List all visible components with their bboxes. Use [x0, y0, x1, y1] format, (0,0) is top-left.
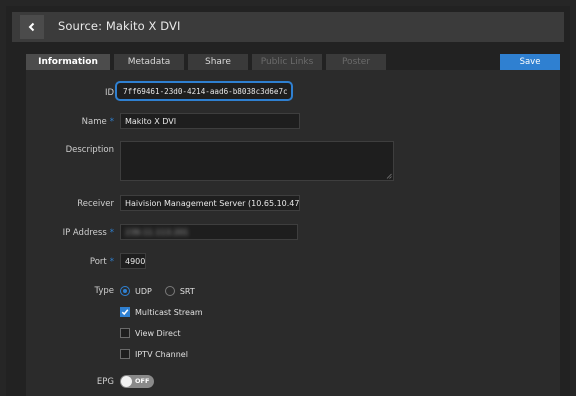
srt-radio[interactable] — [164, 286, 175, 296]
back-button[interactable] — [20, 15, 44, 39]
ip-address-value: 239.11.113.201 — [125, 227, 189, 237]
epg-toggle-state: OFF — [135, 377, 150, 385]
multicast-stream-label: Multicast Stream — [135, 307, 203, 317]
page: Source: Makito X DVI Information Metadat… — [0, 0, 576, 396]
description-textarea[interactable] — [120, 141, 394, 181]
toggle-knob — [121, 376, 132, 387]
epg-label: EPG — [96, 377, 114, 387]
iptv-channel-option: IPTV Channel — [120, 349, 188, 359]
required-marker: * — [109, 117, 114, 127]
tab-public-links: Public Links — [252, 54, 322, 70]
view-direct-checkbox[interactable] — [120, 328, 130, 338]
iptv-channel-label: IPTV Channel — [135, 349, 188, 359]
receiver-select[interactable]: Haivision Management Server (10.65.10.47 — [120, 195, 300, 211]
type-radio-group: UDP SRT — [120, 286, 195, 296]
srt-radio-label: SRT — [179, 286, 195, 296]
view-direct-option: View Direct — [120, 328, 180, 338]
description-label: Description — [65, 145, 114, 155]
chevron-left-icon — [28, 22, 35, 32]
multicast-stream-option: Multicast Stream — [120, 307, 203, 317]
multicast-stream-checkbox[interactable] — [120, 307, 130, 317]
iptv-channel-checkbox[interactable] — [120, 349, 130, 359]
name-label: Name * — [81, 117, 114, 127]
ip-address-input[interactable]: 239.11.113.201 — [120, 224, 298, 240]
epg-toggle[interactable]: OFF — [120, 375, 154, 388]
receiver-label: Receiver — [77, 199, 114, 209]
port-label: Port * — [89, 257, 114, 267]
tab-information[interactable]: Information — [26, 54, 110, 70]
id-label: ID — [104, 88, 114, 98]
port-input[interactable]: 4900 — [120, 253, 146, 269]
ip-address-label: IP Address * — [62, 228, 114, 238]
tab-poster: Poster — [326, 54, 386, 70]
required-marker: * — [109, 257, 114, 267]
name-input[interactable]: Makito X DVI — [120, 113, 300, 129]
view-direct-label: View Direct — [135, 328, 181, 338]
type-label: Type — [94, 286, 114, 296]
tab-bar: Information Metadata Share Public Links … — [26, 54, 386, 70]
udp-radio-label: UDP — [135, 286, 152, 296]
tab-metadata[interactable]: Metadata — [114, 54, 184, 70]
save-button[interactable]: Save — [500, 54, 560, 70]
id-field[interactable]: 7ff69461-23d0-4214-aad6-b8038c3d6e7c — [115, 81, 293, 101]
required-marker: * — [109, 228, 114, 238]
udp-radio[interactable] — [120, 286, 130, 296]
resize-handle-icon[interactable] — [386, 173, 392, 179]
checkmark-icon — [121, 309, 129, 316]
page-header: Source: Makito X DVI — [12, 12, 564, 42]
page-title: Source: Makito X DVI — [58, 19, 181, 33]
tab-share[interactable]: Share — [188, 54, 248, 70]
